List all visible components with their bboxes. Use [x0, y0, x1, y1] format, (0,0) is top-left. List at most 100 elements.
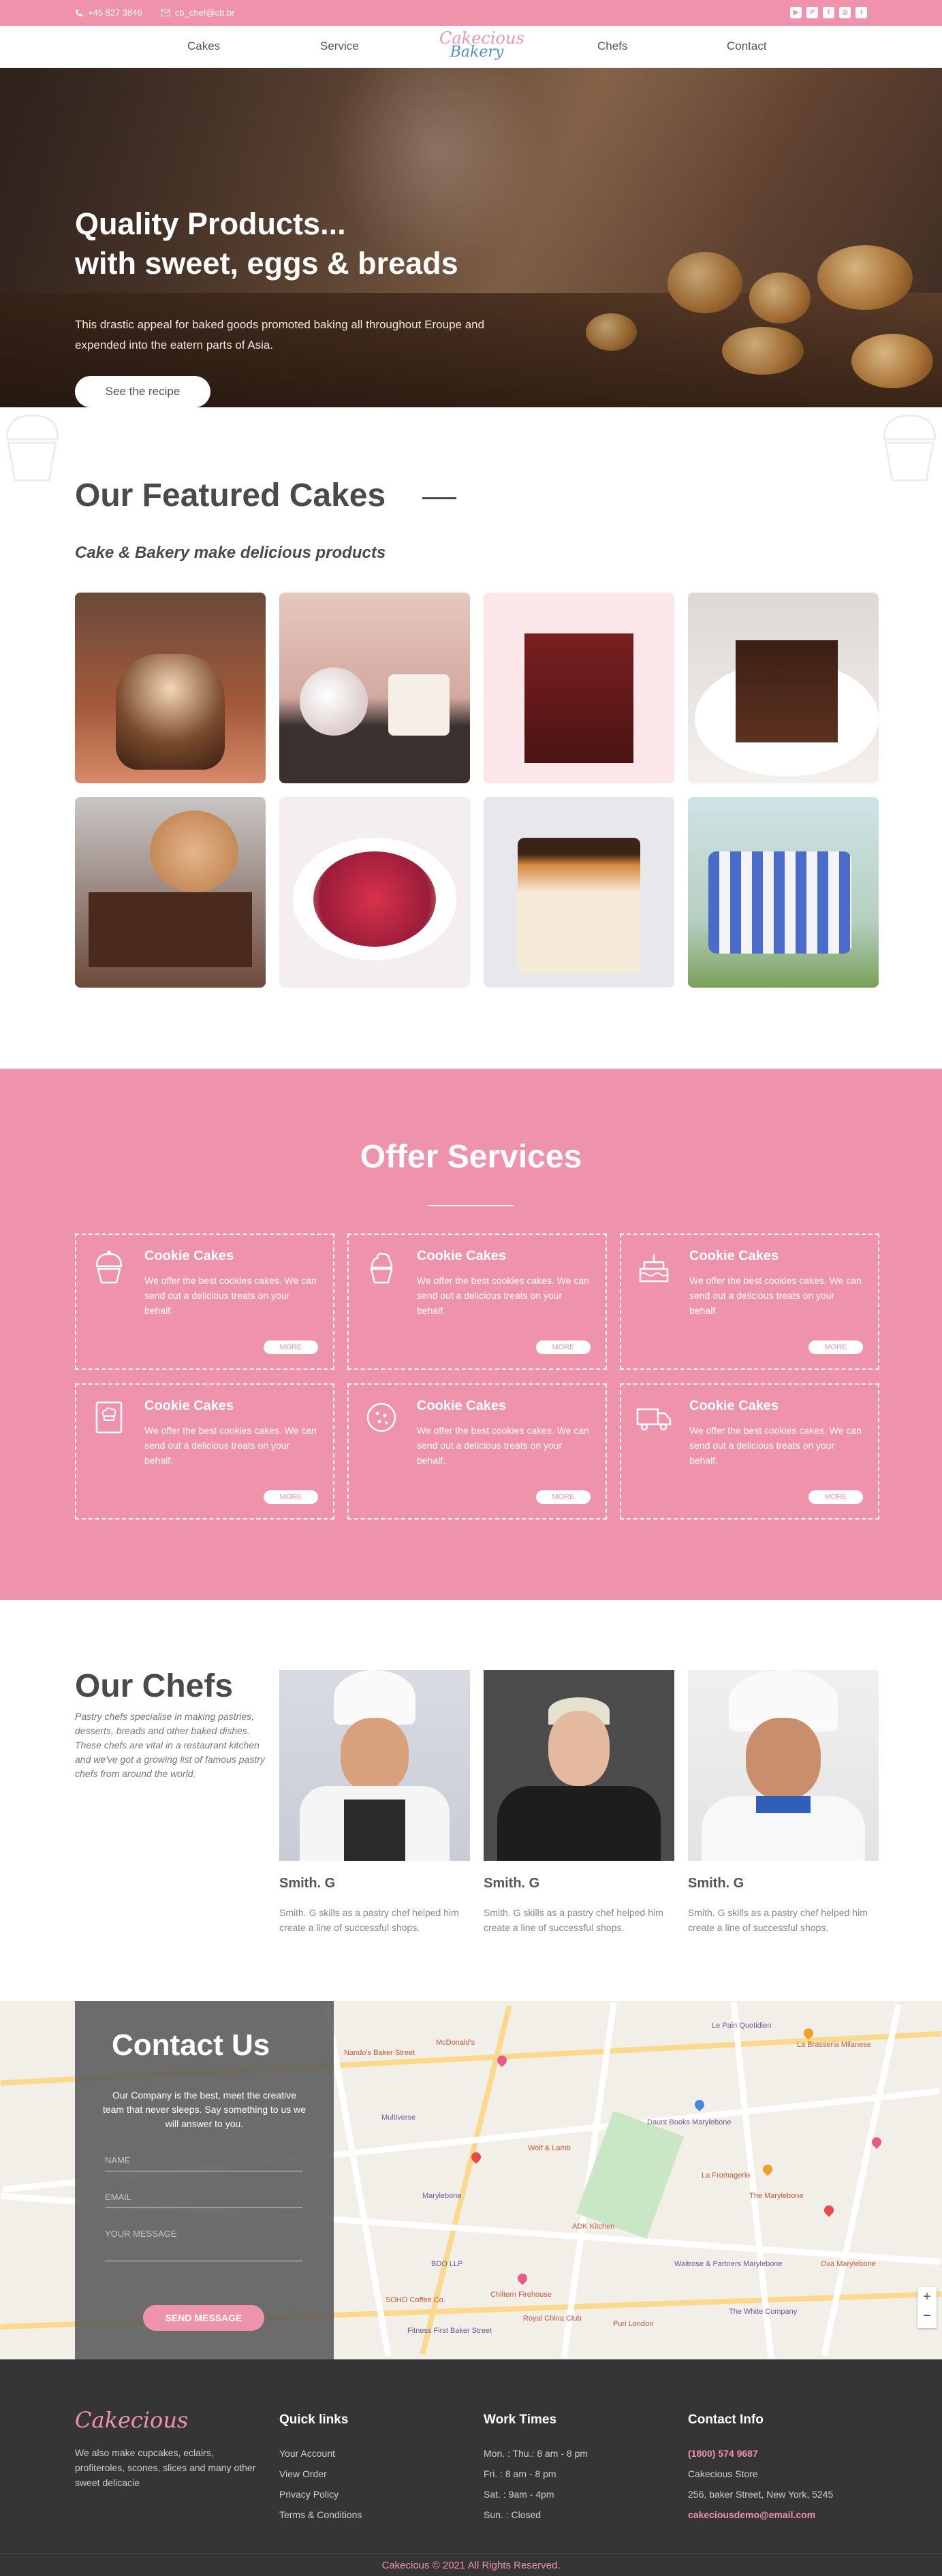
cake-photo-one-birthday[interactable]	[279, 593, 470, 783]
pinterest-icon[interactable]: P	[806, 7, 818, 18]
instagram-icon[interactable]: ◎	[839, 7, 851, 18]
top-bar: +45 827 3846 cb_chef@cb.br ▶ P f ◎ t	[0, 0, 942, 26]
more-button[interactable]: MORE	[808, 1340, 863, 1354]
chef-description: Smith. G skills as a pastry chef helped …	[688, 1907, 868, 1933]
more-button[interactable]: MORE	[264, 1490, 318, 1504]
chef-name: Smith. G	[688, 1876, 744, 1891]
work-time-row: Sun. : Closed	[484, 2509, 541, 2520]
map-label: SOHO Coffee Co.	[386, 2296, 445, 2304]
nav-item-service[interactable]: Service	[320, 40, 359, 53]
twitter-icon[interactable]: t	[855, 7, 867, 18]
footer-logo[interactable]: Cakecious	[75, 2407, 188, 2433]
work-time-row: Mon. : Thu.: 8 am - 8 pm	[484, 2448, 588, 2459]
footer-address: 256, baker Street, New York, 5245	[688, 2489, 834, 2500]
more-button[interactable]: MORE	[264, 1340, 318, 1354]
map-label: BDO LLP	[431, 2260, 463, 2268]
service-title: Cookie Cakes	[144, 1248, 234, 1263]
cupcake-outline-decoration	[5, 414, 59, 482]
nav-item-chefs[interactable]: Chefs	[597, 40, 627, 53]
map-poi-pin	[516, 2272, 529, 2285]
map-road	[821, 2004, 902, 2357]
services-title: Offer Services	[360, 1139, 582, 1175]
email-placeholder: EMAIL	[105, 2192, 132, 2202]
map-label: ADK Kitchen	[572, 2222, 615, 2231]
service-card[interactable]: Cookie Cakes We offer the best cookies c…	[620, 1383, 879, 1520]
map-label: La Brasseria Milanese	[797, 2041, 871, 2049]
phone-icon	[76, 9, 82, 16]
email-contact[interactable]: cb_chef@cb.br	[161, 7, 235, 18]
map-label: The White Company	[729, 2308, 798, 2316]
cake-photo-caramel-cake[interactable]	[484, 797, 674, 988]
cake-photo-cookie-stack[interactable]	[75, 797, 266, 988]
service-card[interactable]: Cookie Cakes We offer the best cookies c…	[347, 1234, 607, 1370]
footer-link-order[interactable]: View Order	[279, 2468, 327, 2479]
map-label: Marylebone	[422, 2192, 462, 2200]
map-label: Multiverse	[381, 2114, 416, 2122]
see-recipe-button[interactable]: See the recipe	[75, 376, 210, 407]
facebook-icon[interactable]: f	[823, 7, 834, 18]
hero-title-line2: with sweet, eggs & breads	[75, 246, 458, 281]
chef-photo[interactable]	[688, 1670, 879, 1861]
footer-link-privacy[interactable]: Privacy Policy	[279, 2489, 339, 2500]
service-card[interactable]: Cookie Cakes We offer the best cookies c…	[75, 1383, 334, 1520]
service-title: Cookie Cakes	[417, 1248, 507, 1263]
services-section: Offer Services Cookie Cakes We offer the…	[0, 1069, 942, 1600]
map-label: Nando's Baker Street	[344, 2049, 415, 2057]
site-logo[interactable]: Cakecious Bakery	[439, 29, 524, 60]
email-field[interactable]: EMAIL	[105, 2184, 302, 2208]
cupcake-icon	[95, 1251, 123, 1284]
map-label: Puri London	[613, 2320, 654, 2328]
top-contact: +45 827 3846 cb_chef@cb.br	[75, 7, 235, 18]
email-address: cb_chef@cb.br	[174, 7, 235, 18]
chef-photo[interactable]	[484, 1670, 674, 1861]
birthday-cake-icon	[639, 1254, 669, 1283]
cake-photo-brownie[interactable]	[688, 593, 879, 783]
youtube-icon[interactable]: ▶	[790, 7, 802, 18]
nav-item-contact[interactable]: Contact	[727, 40, 767, 53]
nav-item-cakes[interactable]: Cakes	[187, 40, 220, 53]
send-message-button[interactable]: SEND MESSAGE	[143, 2305, 264, 2331]
hero-description: This drastic appeal for baked goods prom…	[75, 318, 485, 351]
message-field[interactable]: YOUR MESSAGE	[105, 2220, 302, 2261]
cake-photo-chocolate-cupcake[interactable]	[75, 593, 266, 783]
hero-banner: Quality Products... with sweet, eggs & b…	[0, 68, 942, 407]
service-description: We offer the best cookies cakes. We can …	[144, 1275, 317, 1316]
phone-number: +45 827 3846	[88, 7, 142, 18]
service-title: Cookie Cakes	[689, 1248, 779, 1263]
map-zoom-controls[interactable]: + −	[917, 2287, 937, 2328]
service-title: Cookie Cakes	[689, 1398, 779, 1413]
more-button[interactable]: MORE	[808, 1490, 863, 1504]
footer-link-account[interactable]: Your Account	[279, 2448, 335, 2459]
name-field[interactable]: NAME	[105, 2147, 302, 2171]
service-card[interactable]: Cookie Cakes We offer the best cookies c…	[620, 1234, 879, 1370]
contact-form-panel: Contact Us Our Company is the best, meet…	[75, 2001, 334, 2359]
chef-photo[interactable]	[279, 1670, 470, 1861]
main-nav: Cakes Service Cakecious Bakery Chefs Con…	[0, 26, 942, 68]
chefs-intro: Pastry chefs specialise in making pastri…	[75, 1711, 265, 1779]
cake-photo-chocolate-bars[interactable]	[484, 593, 674, 783]
footer-phone[interactable]: (1800) 574 9687	[688, 2448, 758, 2459]
map-label: Royal China Club	[523, 2314, 582, 2323]
map-label: Wolf & Lamb	[528, 2144, 571, 2152]
service-card[interactable]: Cookie Cakes We offer the best cookies c…	[75, 1234, 334, 1370]
contact-description: Our Company is the best, meet the creati…	[102, 2090, 307, 2129]
service-description: We offer the best cookies cakes. We can …	[417, 1425, 589, 1466]
chef-name: Smith. G	[279, 1876, 336, 1891]
footer-about: We also make cupcakes, eclairs, profiter…	[75, 2447, 256, 2488]
phone-contact[interactable]: +45 827 3846	[75, 7, 142, 18]
footer-email[interactable]: cakeciousdemo@email.com	[688, 2509, 815, 2520]
cake-photo-blue-frosting-cake[interactable]	[688, 797, 879, 988]
copyright: Cakecious © 2021 All Rights Reserved.	[0, 2554, 942, 2576]
more-button[interactable]: MORE	[536, 1340, 591, 1354]
map-poi-pin	[761, 2163, 774, 2176]
footer-store-name: Cakecious Store	[688, 2468, 758, 2479]
more-button[interactable]: MORE	[536, 1490, 591, 1504]
cake-photo-berry-tart[interactable]	[279, 797, 470, 988]
chefs-title: Our Chefs	[75, 1668, 234, 1704]
map-label: The Marylebone	[749, 2192, 804, 2200]
message-placeholder: YOUR MESSAGE	[105, 2229, 177, 2239]
service-card[interactable]: Cookie Cakes We offer the best cookies c…	[347, 1383, 607, 1520]
map-label: La Fromagerie	[702, 2171, 751, 2180]
footer-link-terms[interactable]: Terms & Conditions	[279, 2509, 362, 2520]
cupcake-swirl-icon	[370, 1253, 393, 1284]
